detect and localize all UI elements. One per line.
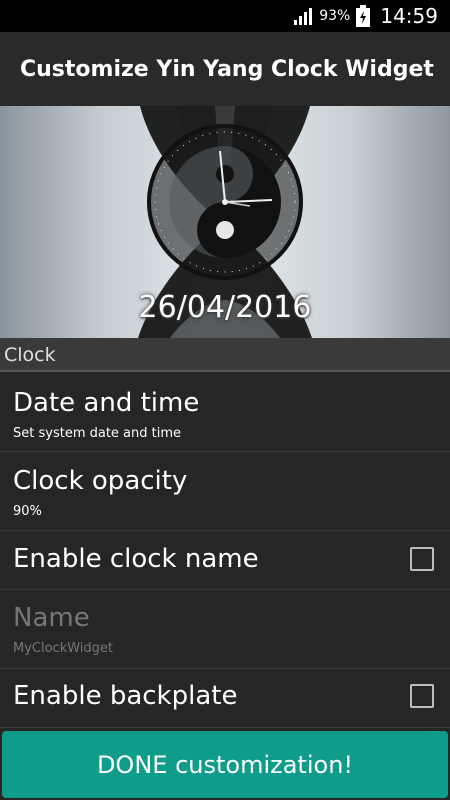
status-time: 14:59: [380, 4, 438, 28]
pref-date-and-time[interactable]: Date and time Set system date and time: [0, 374, 450, 452]
pref-summary: 90%: [13, 504, 42, 519]
page-title: Customize Yin Yang Clock Widget: [20, 56, 434, 82]
status-indicators: 93% 14:59: [293, 0, 438, 32]
pref-title: Enable clock name: [13, 544, 259, 574]
section-label: Clock: [4, 344, 56, 366]
action-bar: Customize Yin Yang Clock Widget: [0, 32, 450, 106]
done-customization-button[interactable]: DONE customization!: [2, 731, 448, 798]
yin-yang-clock-icon: [147, 124, 303, 280]
battery-percent: 93%: [319, 8, 351, 24]
status-bar: 93% 14:59: [0, 0, 450, 32]
pref-summary: Set system date and time: [13, 426, 182, 441]
clock-preview: 26/04/2016: [0, 106, 450, 338]
pref-title: Date and time: [13, 388, 200, 418]
preview-date: 26/04/2016: [138, 290, 312, 325]
pref-title: Clock opacity: [13, 466, 188, 496]
pref-clock-opacity[interactable]: Clock opacity 90%: [0, 452, 450, 531]
pref-title: Name: [13, 603, 90, 633]
pref-name: Name MyClockWidget: [0, 590, 450, 669]
pref-enable-backplate[interactable]: Enable backplate: [0, 669, 450, 728]
pref-title: Enable backplate: [13, 681, 238, 711]
enable-clock-name-checkbox[interactable]: [410, 547, 434, 571]
pref-summary: MyClockWidget: [13, 641, 114, 656]
pref-enable-clock-name[interactable]: Enable clock name: [0, 531, 450, 590]
enable-backplate-checkbox[interactable]: [410, 684, 434, 708]
signal-icon: [294, 8, 313, 25]
battery-icon: [356, 5, 371, 27]
section-header-clock: Clock: [0, 338, 450, 372]
